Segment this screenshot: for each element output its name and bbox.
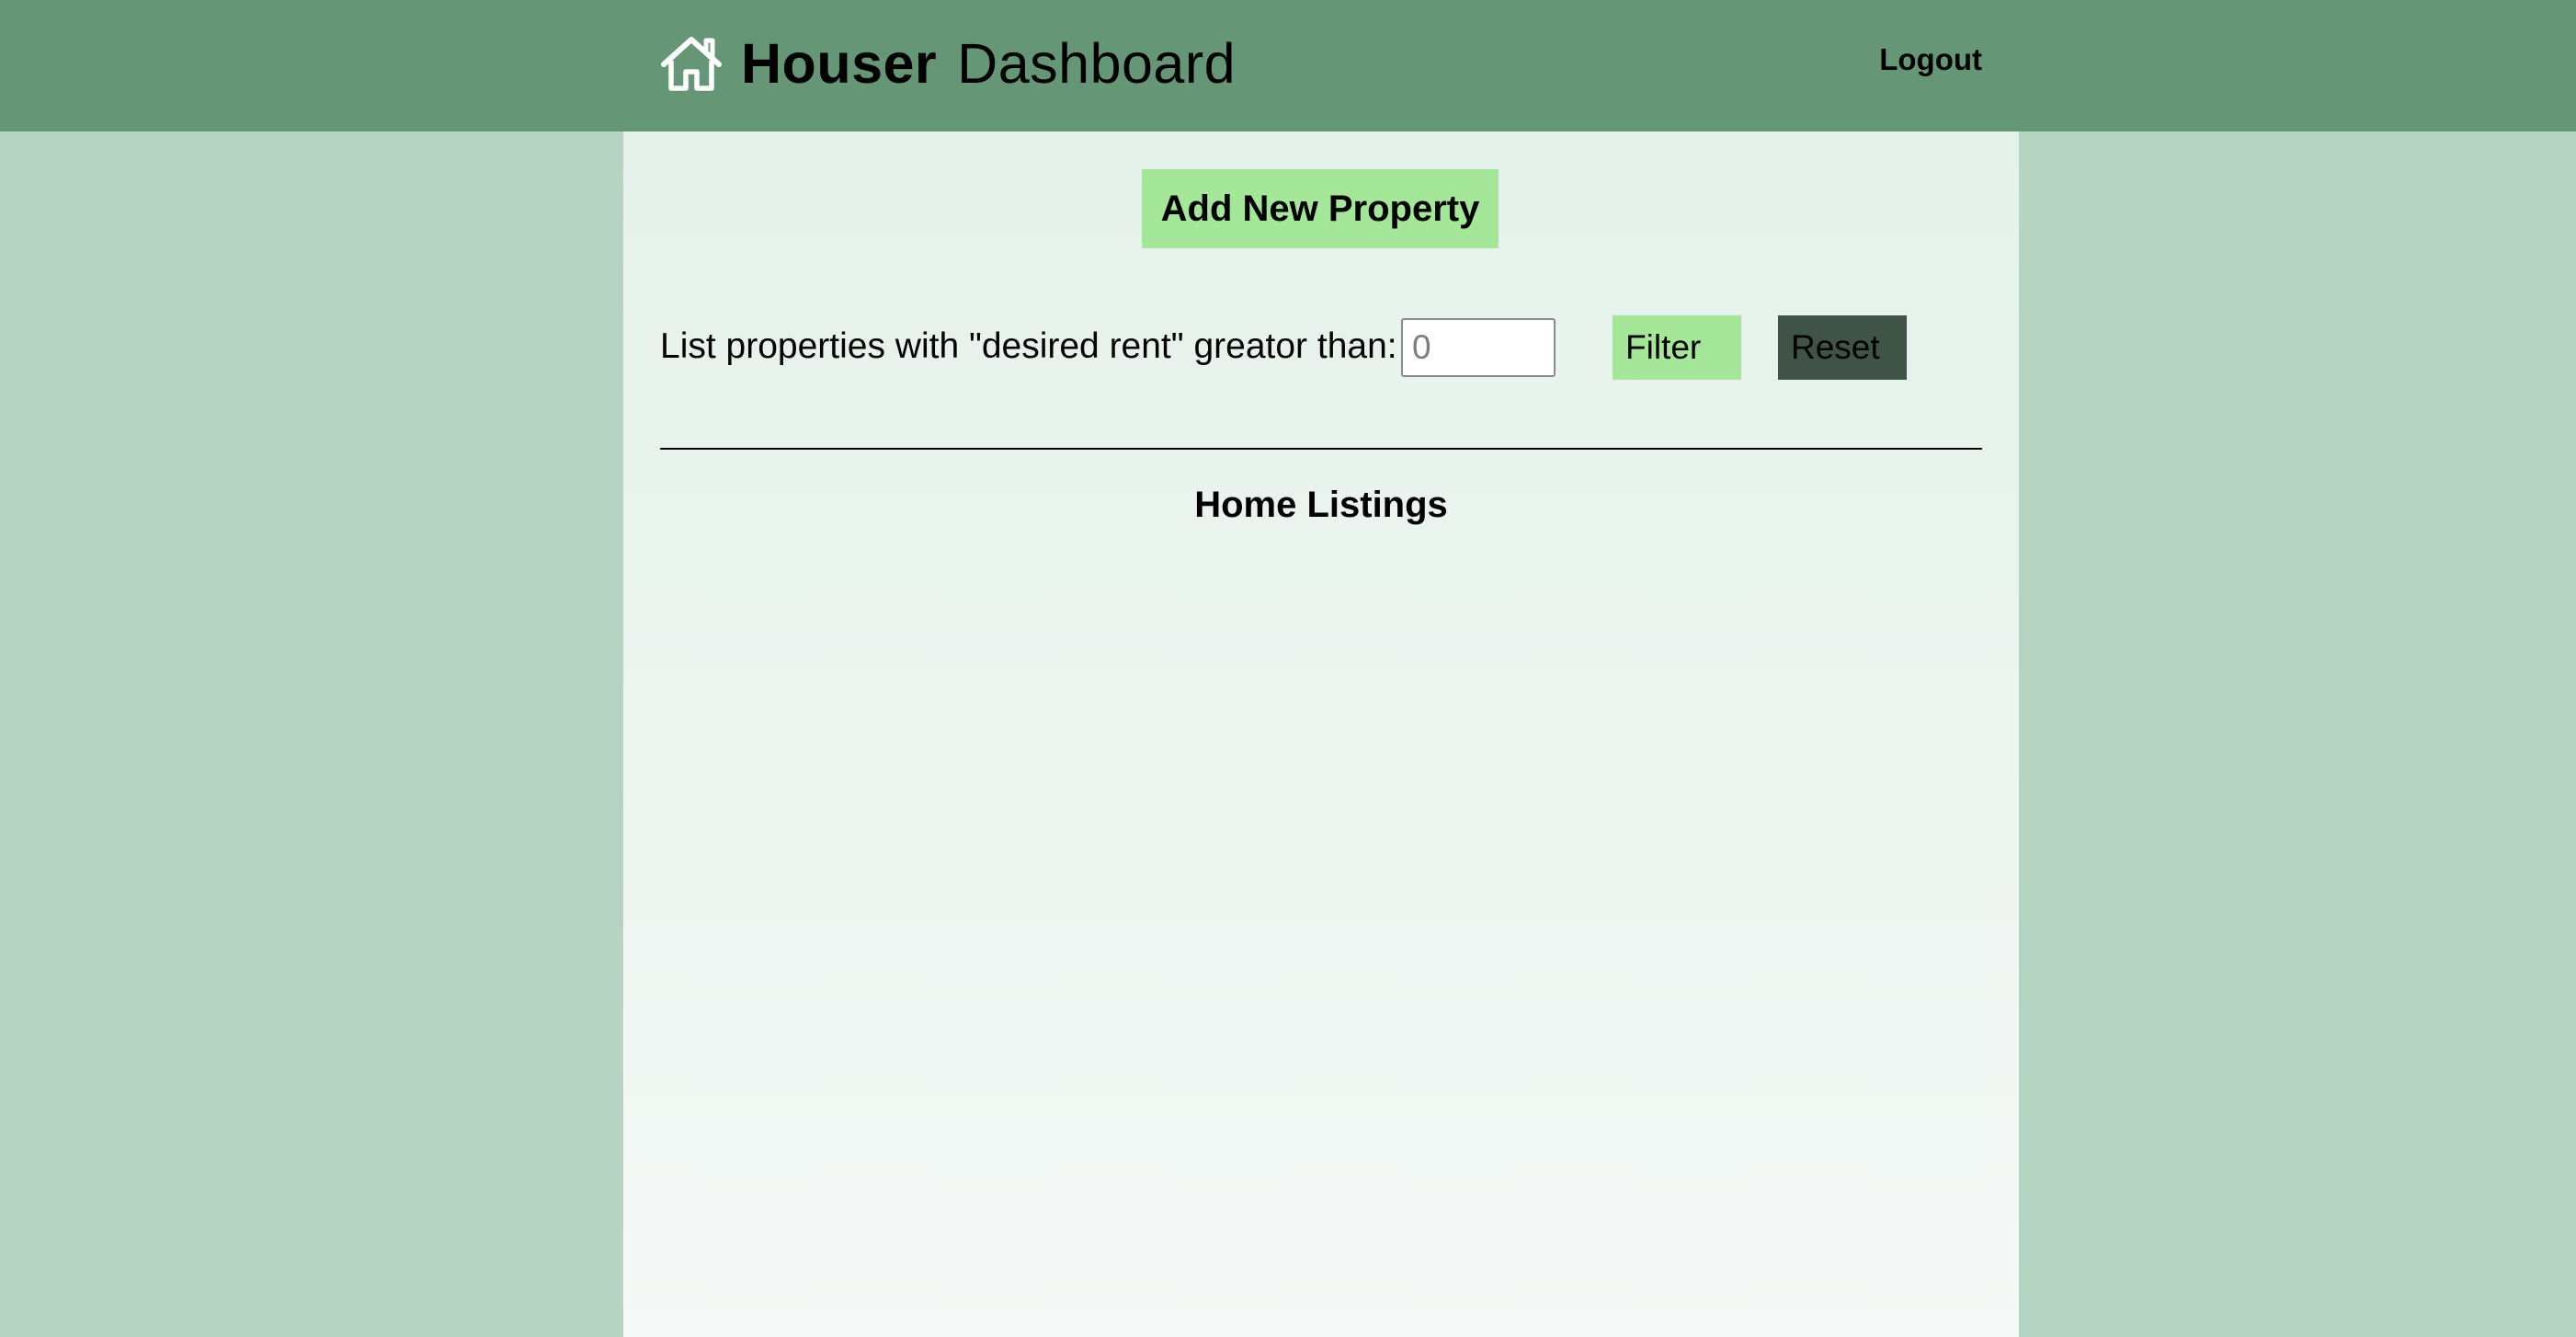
- app-header: Houser Dashboard Logout: [0, 0, 2576, 131]
- add-new-property-button[interactable]: Add New Property: [1142, 169, 1499, 248]
- rent-filter-form: List properties with "desired rent" grea…: [660, 315, 1982, 382]
- home-icon: [660, 35, 723, 92]
- brand: Houser Dashboard: [660, 29, 1236, 97]
- filter-button[interactable]: Filter: [1613, 315, 1741, 380]
- rent-filter-label: List properties with "desired rent" grea…: [660, 326, 1428, 366]
- desired-rent-input[interactable]: [1401, 318, 1556, 377]
- divider: [660, 448, 1982, 450]
- main-content: Add New Property List properties with "d…: [623, 131, 2019, 1337]
- header-inner: Houser Dashboard Logout: [623, 0, 2019, 131]
- logout-link[interactable]: Logout: [1879, 42, 1982, 77]
- home-listings-title: Home Listings: [1194, 485, 1448, 525]
- reset-button[interactable]: Reset: [1778, 315, 1907, 380]
- brand-name: Houser: [741, 32, 938, 95]
- brand-suffix: Dashboard: [957, 32, 1237, 95]
